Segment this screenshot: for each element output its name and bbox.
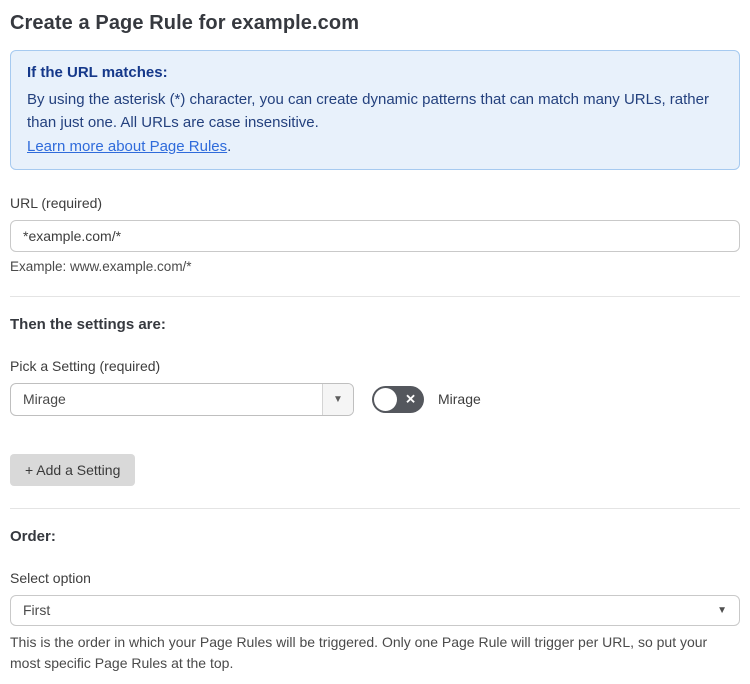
mirage-toggle[interactable]: ✕	[372, 385, 424, 413]
setting-row: Mirage ▼ ✕ Mirage	[10, 382, 740, 416]
info-box-body: By using the asterisk (*) character, you…	[27, 91, 709, 132]
info-box-link-line: Learn more about Page Rules.	[27, 138, 723, 155]
learn-more-link[interactable]: Learn more about Page Rules	[27, 138, 227, 155]
info-box-heading: If the URL matches:	[27, 64, 168, 81]
divider-after-settings	[10, 507, 740, 509]
order-section-heading: Order:	[10, 527, 56, 545]
order-helper-text: This is the order in which your Page Rul…	[10, 633, 708, 672]
chevron-down-icon: ▼	[333, 393, 343, 405]
order-select-value: First	[23, 602, 51, 618]
toggle-off-x-icon: ✕	[405, 391, 416, 407]
toggle-label: Mirage	[438, 391, 481, 407]
order-select-label: Select option	[10, 569, 91, 586]
chevron-down-icon: ▼	[717, 604, 727, 616]
setting-select-value: Mirage	[23, 391, 66, 407]
url-input[interactable]	[10, 219, 740, 252]
url-field-label: URL (required)	[10, 194, 103, 211]
add-setting-button[interactable]: + Add a Setting	[10, 453, 136, 486]
url-helper-text: Example: www.example.com/*	[10, 258, 192, 274]
setting-select-arrow-button[interactable]: ▼	[322, 383, 353, 415]
setting-select[interactable]: Mirage ▼	[10, 382, 354, 416]
pick-setting-label: Pick a Setting (required)	[10, 357, 161, 374]
divider-after-url	[10, 295, 740, 297]
url-match-info-box: If the URL matches: By using the asteris…	[10, 50, 740, 170]
settings-section-heading: Then the settings are:	[10, 315, 166, 333]
page-title: Create a Page Rule for example.com	[10, 12, 360, 34]
link-period: .	[227, 137, 232, 155]
toggle-knob	[374, 387, 397, 411]
page-rule-form: Create a Page Rule for example.com If th…	[0, 0, 750, 684]
order-select[interactable]: First ▼	[10, 594, 740, 626]
